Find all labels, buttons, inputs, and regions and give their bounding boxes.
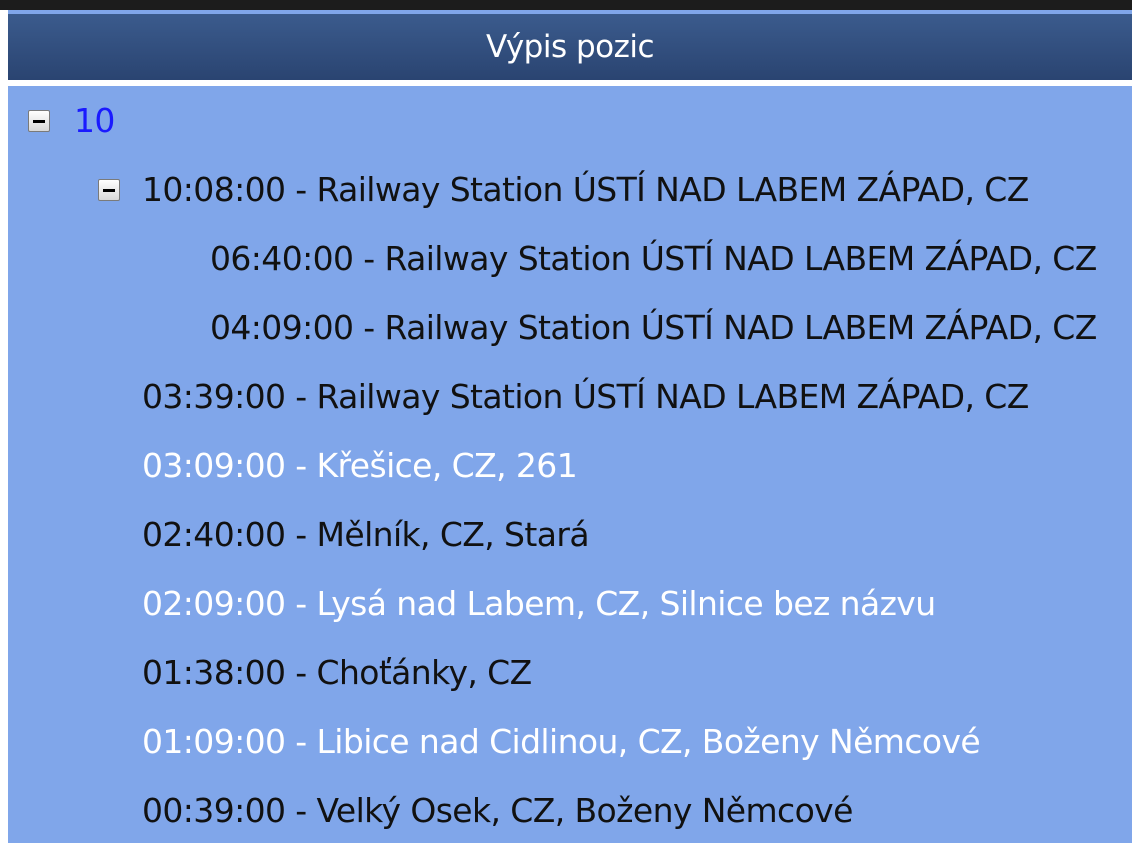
tree-entry-highlighted[interactable]: 03:09:00 - Křešice, CZ, 261 — [142, 431, 578, 500]
tree-entry[interactable]: 03:39:00 - Railway Station ÚSTÍ NAD LABE… — [142, 362, 1029, 431]
position-tree[interactable]: 10 10:08:00 - Railway Station ÚSTÍ NAD L… — [8, 86, 1132, 843]
position-list-panel: Výpis pozic 10 10:08:00 - Railway Statio… — [8, 10, 1132, 843]
tree-node-expanded[interactable]: 10:08:00 - Railway Station ÚSTÍ NAD LABE… — [142, 155, 1029, 224]
tree-entry[interactable]: 01:38:00 - Choťánky, CZ — [142, 638, 532, 707]
tree-leaf[interactable]: 06:40:00 - Railway Station ÚSTÍ NAD LABE… — [210, 224, 1097, 293]
tree-entry-highlighted[interactable]: 02:09:00 - Lysá nad Labem, CZ, Silnice b… — [142, 569, 936, 638]
position-list-window: Výpis pozic 10 10:08:00 - Railway Statio… — [0, 0, 1132, 843]
tree-entry-highlighted[interactable]: 01:09:00 - Libice nad Cidlinou, CZ, Bože… — [142, 707, 981, 776]
collapse-icon[interactable] — [98, 179, 120, 201]
tree-root-node[interactable]: 10 — [74, 86, 115, 155]
tree-leaf[interactable]: 04:09:00 - Railway Station ÚSTÍ NAD LABE… — [210, 293, 1097, 362]
tree-entry[interactable]: 00:39:00 - Velký Osek, CZ, Boženy Němcov… — [142, 776, 853, 843]
window-top-border — [0, 0, 1132, 10]
collapse-icon[interactable] — [28, 110, 50, 132]
panel-title: Výpis pozic — [485, 29, 655, 65]
tree-entry[interactable]: 02:40:00 - Mělník, CZ, Stará — [142, 500, 590, 569]
panel-header: Výpis pozic — [8, 14, 1132, 86]
